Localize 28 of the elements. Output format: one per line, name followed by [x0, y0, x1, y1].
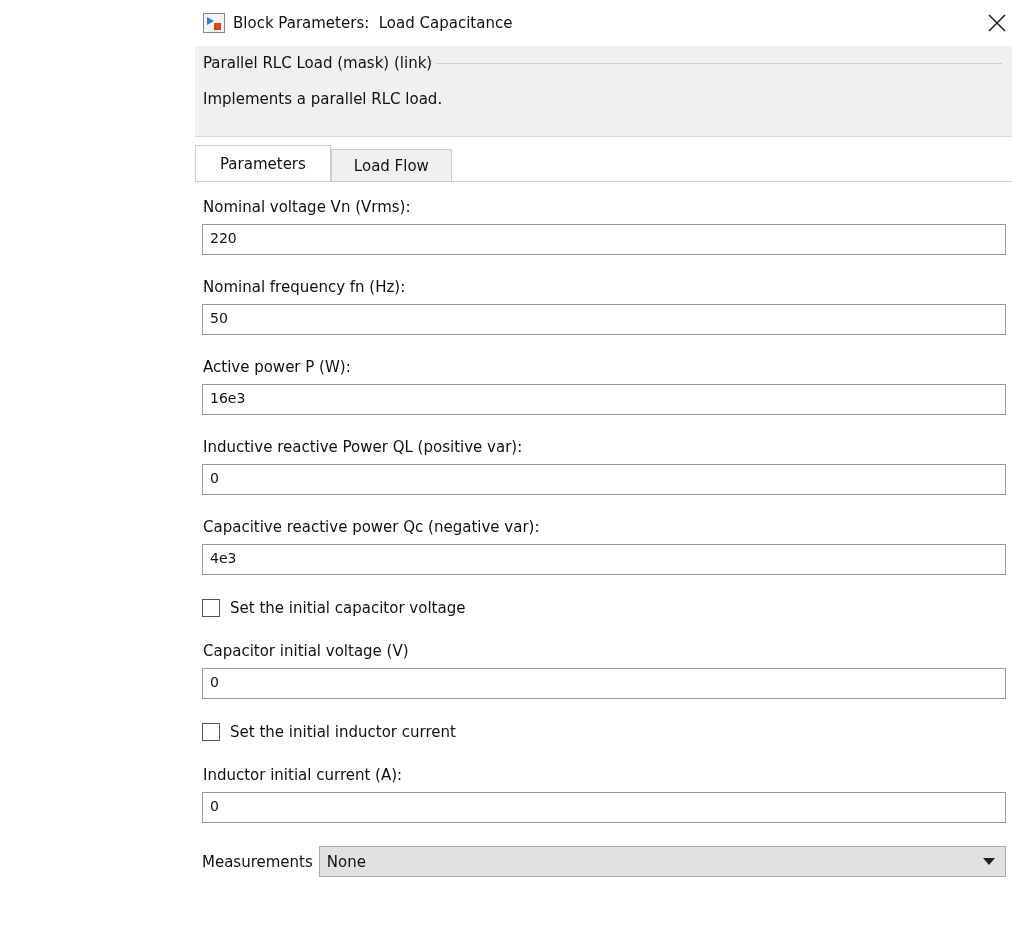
checkbox[interactable] — [202, 599, 220, 617]
field-label: Capacitive reactive power Qc (negative var): — [203, 518, 541, 536]
field-label: Nominal voltage Vn (Vrms): — [203, 198, 412, 216]
checkbox[interactable] — [202, 723, 220, 741]
input-field[interactable]: 50 — [202, 304, 1006, 335]
window-title: Block Parameters: Load Capacitance — [233, 14, 513, 32]
field-label: Nominal frequency fn (Hz): — [203, 278, 407, 296]
dropdown-label: Measurements — [202, 852, 313, 871]
caret-icon — [983, 858, 995, 865]
input-field[interactable]: 4e3 — [202, 544, 1006, 575]
close-icon[interactable] — [988, 14, 1006, 32]
tab[interactable]: Parameters — [195, 145, 331, 181]
field-label: Active power P (W): — [203, 358, 352, 376]
field-label: Inductor initial current (A): — [203, 766, 404, 784]
input-field[interactable]: 0 — [202, 464, 1006, 495]
checkbox-label: Set the initial inductor current — [230, 723, 456, 741]
dropdown[interactable]: None — [318, 846, 1006, 877]
description-text: Implements a parallel RLC load. — [203, 90, 444, 108]
group-title: Parallel RLC Load (mask) (link) — [203, 54, 433, 72]
input-field[interactable]: 0 — [202, 668, 1006, 699]
checkbox-label: Set the initial capacitor voltage — [230, 599, 466, 617]
field-label: Capacitor initial voltage (V) — [203, 642, 410, 660]
field-label: Inductive reactive Power QL (positive var): — [203, 438, 524, 456]
tab[interactable]: Load Flow — [330, 149, 452, 181]
input-field[interactable]: 0 — [202, 792, 1006, 823]
block-icon — [203, 13, 225, 33]
input-field[interactable]: 16e3 — [202, 384, 1006, 415]
input-field[interactable]: 220 — [202, 224, 1006, 255]
